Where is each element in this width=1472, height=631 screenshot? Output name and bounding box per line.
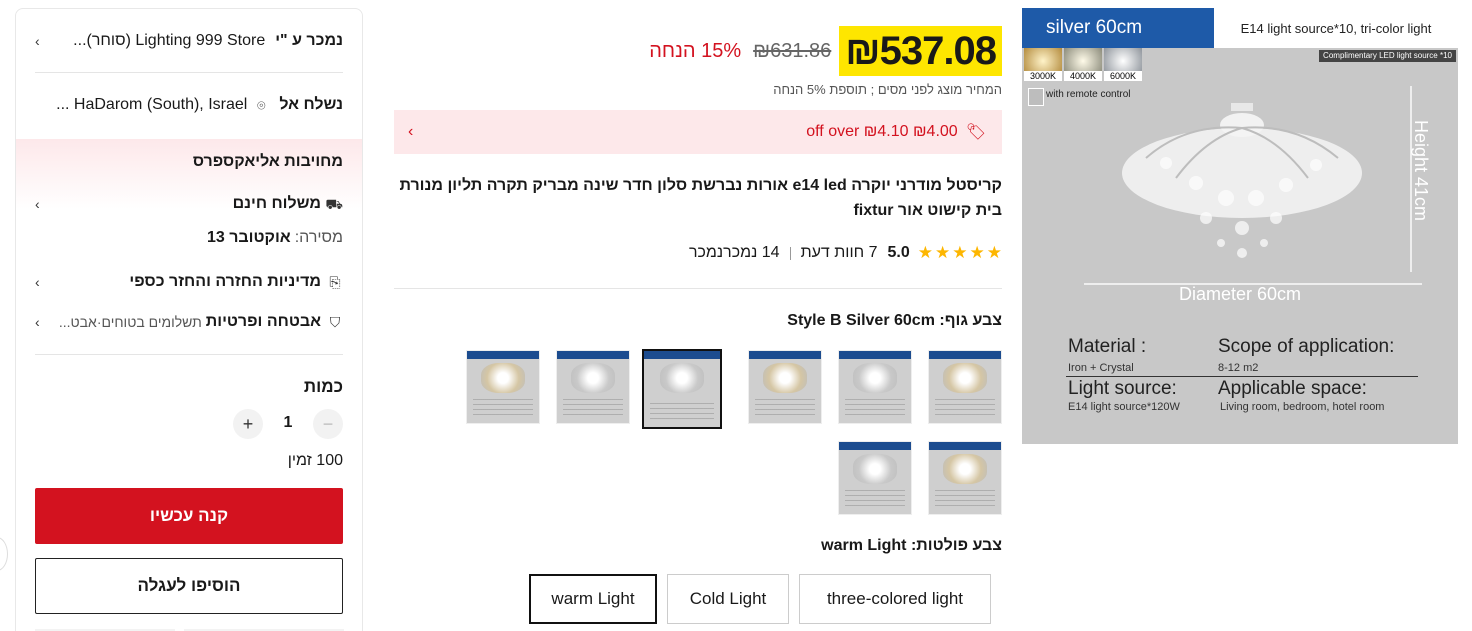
color-thumbnail[interactable] bbox=[928, 350, 1002, 424]
quantity-stepper: − 1 + bbox=[233, 409, 343, 441]
rating-value: 5.0 bbox=[887, 244, 910, 261]
product-main-image[interactable]: silver 60cm E14 light source*10, tri-col… bbox=[1022, 8, 1458, 444]
color-thumbnail[interactable] bbox=[838, 350, 912, 424]
sold-count: 14 נמכרנמכר bbox=[688, 244, 780, 261]
chevron-right-icon: › bbox=[35, 33, 40, 49]
light-source-key: Light source: bbox=[1068, 378, 1177, 399]
body-color-label: צבע גוף: Style B Silver 60cm bbox=[787, 312, 1002, 330]
price-row: ₪537.08 ₪631.86 15% הנחה bbox=[649, 25, 1002, 77]
space-value: Living room, bedroom, hotel room bbox=[1220, 401, 1385, 413]
height-label: Height 41cm bbox=[1411, 120, 1431, 222]
divider bbox=[35, 72, 343, 73]
tag-icon: 🏷 bbox=[965, 124, 986, 141]
shield-icon: ⛉ bbox=[329, 314, 341, 330]
scope-value: 8-12 m2 bbox=[1218, 362, 1259, 374]
color-thumbnail-selected[interactable] bbox=[642, 349, 722, 429]
delivery-date: אוקטובר 13 bbox=[206, 229, 291, 246]
chevron-right-icon: › bbox=[35, 314, 40, 330]
chevron-right-icon: › bbox=[35, 196, 40, 212]
image-complimentary-note: Complimentary LED light source *10 bbox=[1319, 50, 1456, 62]
discount-label: 15% הנחה bbox=[649, 39, 742, 62]
divider bbox=[789, 246, 791, 260]
store-name[interactable]: Lighting 999 Store (סוחר)... bbox=[73, 32, 265, 50]
chandelier-illustration bbox=[1122, 103, 1362, 258]
chevron-right-icon: › bbox=[35, 274, 40, 290]
remote-icon bbox=[1028, 88, 1044, 106]
review-count[interactable]: 7 חוות דעת bbox=[801, 244, 878, 262]
current-price: ₪537.08 bbox=[839, 26, 1002, 76]
returns-label: מדיניות החזרה והחזר כספי bbox=[129, 273, 321, 290]
security-detail: תשלומים בטוחים·אבט... bbox=[58, 314, 202, 330]
ship-to-label: נשלח אל bbox=[279, 96, 343, 113]
chevron-right-icon: › bbox=[408, 123, 414, 140]
bulb-color-value: warm Light bbox=[821, 537, 907, 554]
star-icon: ★ bbox=[969, 243, 985, 262]
color-thumbnail[interactable] bbox=[466, 350, 540, 424]
star-icon: ★ bbox=[952, 243, 968, 262]
free-shipping-label: משלוח חינם bbox=[232, 195, 321, 212]
ship-to-row[interactable]: נשלח אל ⌾ HaDarom (South), Israel ... bbox=[35, 93, 343, 117]
star-icon: ★ bbox=[986, 243, 1002, 262]
bulb-color-title: צבע פולטות: bbox=[910, 537, 1002, 554]
color-thumbnail[interactable] bbox=[838, 441, 912, 515]
ship-to-value[interactable]: HaDarom (South), Israel ... bbox=[56, 96, 247, 114]
color-thumbnail[interactable] bbox=[556, 350, 630, 424]
minus-icon[interactable]: − bbox=[313, 409, 343, 439]
color-thumbnail[interactable] bbox=[748, 350, 822, 424]
free-shipping-row[interactable]: ⛟ משלוח חינם › bbox=[35, 195, 343, 213]
returns-row[interactable]: ⎘ מדיניות החזרה והחזר כספי › bbox=[35, 273, 343, 291]
temp-label: 3000K bbox=[1024, 71, 1062, 81]
body-color-title: צבע גוף: bbox=[939, 312, 1002, 329]
add-to-cart-button[interactable]: הוסיפו לעגלה bbox=[35, 558, 343, 614]
coupon-text: ₪4.00 off over ₪4.10 bbox=[806, 123, 958, 140]
tax-note: המחיר מוצג לפני מסים ; תוספת 5% הנחה bbox=[773, 82, 1002, 97]
body-color-value: Style B Silver 60cm bbox=[787, 312, 935, 329]
delivery-row: מסירה: אוקטובר 13 bbox=[35, 229, 343, 247]
material-key: Material : bbox=[1068, 336, 1147, 357]
truck-icon: ⛟ bbox=[325, 196, 343, 212]
divider bbox=[394, 288, 1002, 289]
buy-now-button[interactable]: קנה עכשיו bbox=[35, 488, 343, 544]
security-label: אבטחה ופרטיות bbox=[205, 313, 321, 330]
star-icon: ★ bbox=[935, 243, 951, 262]
location-pin-icon: ⌾ bbox=[257, 97, 266, 113]
security-row[interactable]: ⛉ אבטחה ופרטיות תשלומים בטוחים·אבט... › bbox=[35, 313, 343, 331]
stock-available: 100 זמין bbox=[287, 452, 343, 469]
color-thumbnail[interactable] bbox=[928, 441, 1002, 515]
remote-label: with remote control bbox=[1046, 89, 1131, 100]
delivery-label: מסירה: bbox=[294, 229, 343, 246]
quantity-label: כמות bbox=[303, 377, 343, 396]
product-info: ₪537.08 ₪631.86 15% הנחה המחיר מוצג לפני… bbox=[394, 0, 1002, 631]
option-three-colored-light[interactable]: three-colored light bbox=[799, 574, 991, 624]
quantity-value[interactable]: 1 bbox=[278, 414, 298, 432]
bulb-color-label: צבע פולטות: warm Light bbox=[821, 537, 1002, 555]
temp-label: 4000K bbox=[1064, 71, 1102, 81]
original-price: ₪631.86 bbox=[753, 39, 832, 62]
option-warm-light[interactable]: warm Light bbox=[529, 574, 657, 624]
option-cold-light[interactable]: Cold Light bbox=[667, 574, 789, 624]
return-box-icon: ⎘ bbox=[329, 274, 341, 290]
sold-by-row[interactable]: נמכר ע "י Lighting 999 Store (סוחר)... › bbox=[35, 29, 343, 53]
star-icon: ★ bbox=[917, 243, 933, 262]
diameter-label: Diameter 60cm bbox=[1178, 284, 1302, 304]
purchase-sidebar: נמכר ע "י Lighting 999 Store (סוחר)... ›… bbox=[15, 8, 363, 631]
plus-icon[interactable]: + bbox=[233, 409, 263, 439]
product-title: קריסטל מודרני יוקרה e14 led אורות נברשת … bbox=[399, 177, 1002, 219]
sold-by-label: נמכר ע "י bbox=[275, 32, 343, 49]
coupon-banner[interactable]: 🏷 ₪4.00 off over ₪4.10 › bbox=[394, 110, 1002, 154]
image-header-size: silver 60cm bbox=[1022, 8, 1214, 48]
spec-divider bbox=[1066, 376, 1418, 377]
scroll-arrow-button[interactable] bbox=[0, 537, 8, 571]
space-key: Applicable space: bbox=[1218, 378, 1367, 399]
scope-key: Scope of application: bbox=[1218, 336, 1395, 357]
material-value: Iron + Crystal bbox=[1068, 362, 1134, 374]
image-header-spec: E14 light source*10, tri-color light bbox=[1214, 8, 1458, 48]
divider bbox=[35, 354, 343, 355]
light-source-value: E14 light source*120W bbox=[1068, 401, 1180, 413]
commitment-title: מחויבות אליאקספרס bbox=[192, 153, 343, 170]
temp-label: 6000K bbox=[1104, 71, 1142, 81]
rating-row[interactable]: ★ ★ ★ ★ ★ 5.0 7 חוות דעת 14 נמכרנמכר bbox=[689, 243, 1002, 263]
